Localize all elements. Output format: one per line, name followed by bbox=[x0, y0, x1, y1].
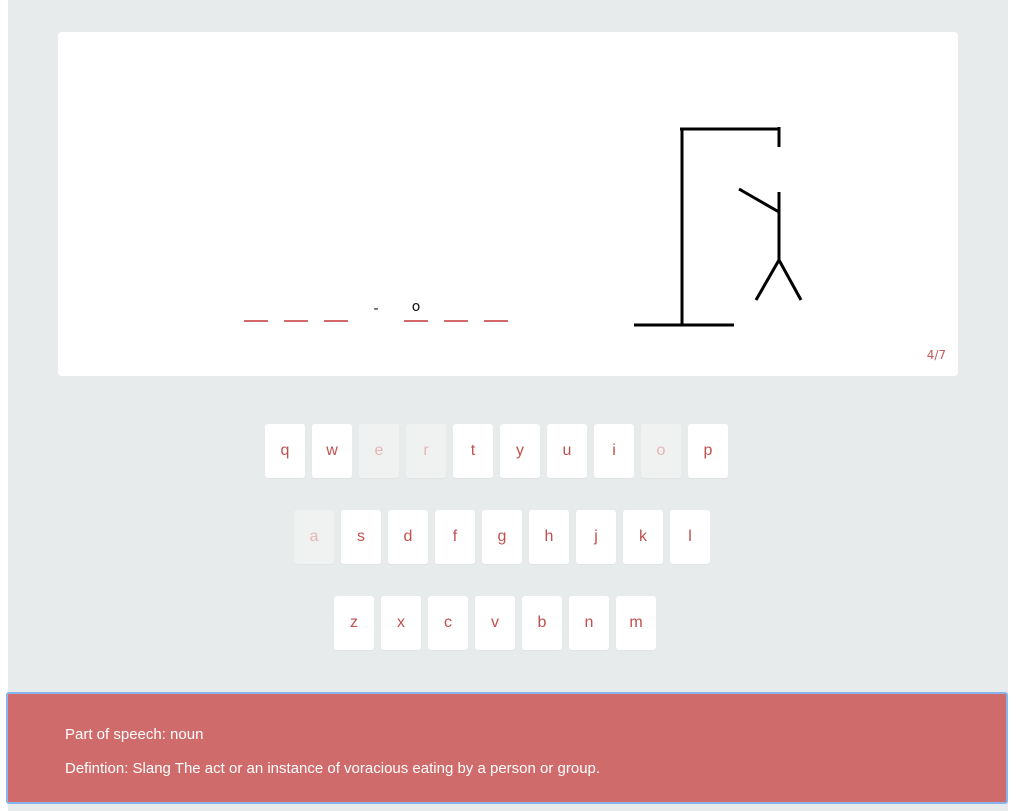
hint-panel: Part of speech: noun Defintion: Slang Th… bbox=[6, 692, 1008, 804]
key-v[interactable]: v bbox=[475, 596, 515, 650]
key-d[interactable]: d bbox=[388, 510, 428, 564]
key-p[interactable]: p bbox=[688, 424, 728, 478]
key-h[interactable]: h bbox=[529, 510, 569, 564]
word-slot bbox=[284, 300, 308, 322]
definition-text: Defintion: Slang The act or an instance … bbox=[65, 760, 601, 777]
keyboard-row: q w e r t y u i o p bbox=[265, 424, 728, 478]
word-slot-revealed: o bbox=[404, 300, 428, 322]
key-f[interactable]: f bbox=[435, 510, 475, 564]
word-slot bbox=[244, 300, 268, 322]
hangman-drawing bbox=[634, 127, 803, 327]
key-y[interactable]: y bbox=[500, 424, 540, 478]
key-l[interactable]: l bbox=[670, 510, 710, 564]
word-separator: - bbox=[373, 301, 379, 317]
key-n[interactable]: n bbox=[569, 596, 609, 650]
key-m[interactable]: m bbox=[616, 596, 656, 650]
key-t[interactable]: t bbox=[453, 424, 493, 478]
key-e: e bbox=[359, 424, 399, 478]
word-display: - o bbox=[244, 300, 524, 322]
keyboard-row: a s d f g h j k l bbox=[294, 510, 710, 564]
word-slot bbox=[324, 300, 348, 322]
word-slot bbox=[484, 300, 508, 322]
key-b[interactable]: b bbox=[522, 596, 562, 650]
game-board: - o 4/7 bbox=[58, 32, 958, 376]
key-u[interactable]: u bbox=[547, 424, 587, 478]
key-a: a bbox=[294, 510, 334, 564]
part-of-speech: Part of speech: noun bbox=[65, 726, 204, 743]
hangman-leg-right bbox=[777, 259, 803, 301]
hangman-leg-left bbox=[754, 259, 781, 301]
guess-counter: 4/7 bbox=[926, 348, 946, 362]
keyboard-row: z x c v b n m bbox=[334, 596, 656, 650]
word-slot bbox=[444, 300, 468, 322]
key-z[interactable]: z bbox=[334, 596, 374, 650]
key-r: r bbox=[406, 424, 446, 478]
key-c[interactable]: c bbox=[428, 596, 468, 650]
key-x[interactable]: x bbox=[381, 596, 421, 650]
app-background: - o 4/7 q w e r t y u i o p a s d f g h … bbox=[8, 0, 1008, 811]
key-g[interactable]: g bbox=[482, 510, 522, 564]
key-o: o bbox=[641, 424, 681, 478]
key-k[interactable]: k bbox=[623, 510, 663, 564]
key-i[interactable]: i bbox=[594, 424, 634, 478]
key-w[interactable]: w bbox=[312, 424, 352, 478]
key-s[interactable]: s bbox=[341, 510, 381, 564]
hangman-arm bbox=[738, 187, 780, 214]
key-j[interactable]: j bbox=[576, 510, 616, 564]
key-q[interactable]: q bbox=[265, 424, 305, 478]
